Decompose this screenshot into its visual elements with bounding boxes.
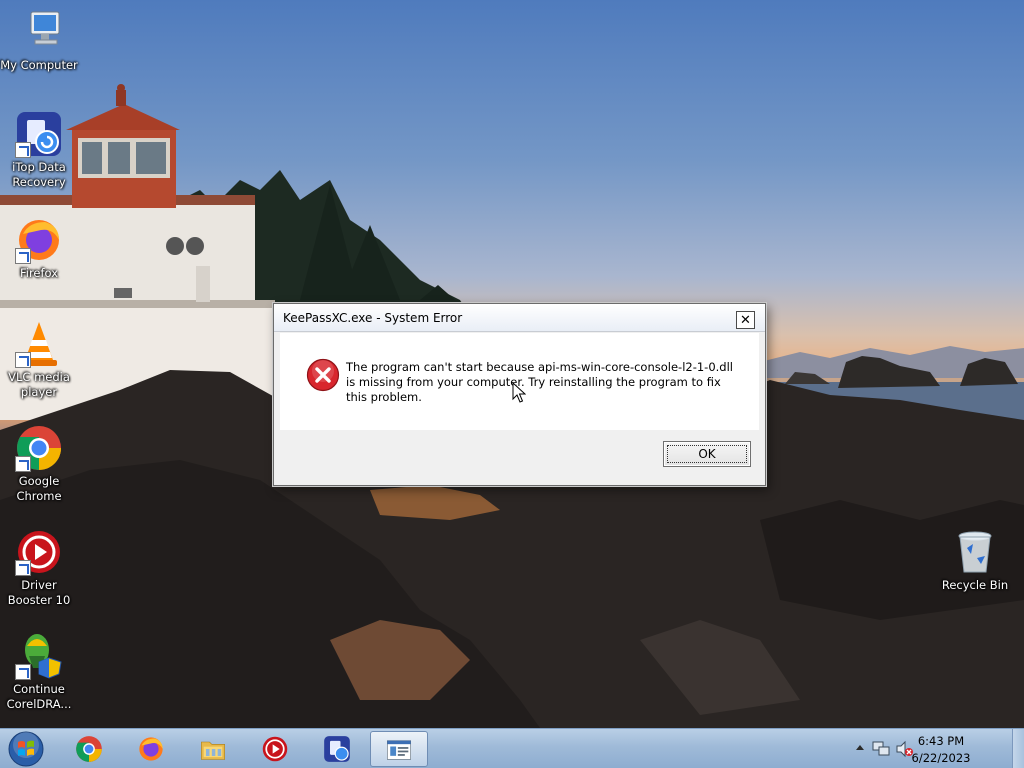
dialog-titlebar[interactable]: KeePassXC.exe - System Error ✕ (274, 304, 765, 332)
desktop-icon-label: My Computer (0, 58, 78, 72)
desktop-icon-label: VLC media player (8, 370, 70, 399)
firefox-icon (15, 216, 63, 264)
show-hidden-icons-icon[interactable] (854, 741, 866, 755)
network-icon[interactable] (872, 740, 890, 758)
desktop-icon-continue-coreldraw[interactable]: Continue CorelDRA... (0, 632, 78, 712)
dialog-title: KeePassXC.exe - System Error (283, 311, 463, 325)
mouse-cursor-icon (512, 382, 526, 403)
desktop-icon-label: Recycle Bin (941, 578, 1009, 592)
desktop-icon-google-chrome[interactable]: Google Chrome (0, 424, 78, 504)
ok-button[interactable]: OK (663, 441, 751, 467)
close-button[interactable]: ✕ (736, 311, 755, 329)
chrome-icon (15, 424, 63, 472)
shortcut-arrow-icon (15, 248, 31, 264)
coreldraw-icon (15, 632, 63, 680)
taskbar-system-error-window[interactable] (370, 731, 428, 767)
data-recovery-icon (15, 110, 63, 158)
recycle-bin-icon (951, 528, 999, 576)
desktop-icon-firefox[interactable]: Firefox (0, 216, 78, 281)
shortcut-arrow-icon (15, 456, 31, 472)
windows-start-icon (8, 731, 44, 767)
data-recovery-icon (324, 736, 350, 762)
desktop-icon-label: iTop Data Recovery (12, 160, 66, 189)
shortcut-arrow-icon (15, 664, 31, 680)
vlc-icon (15, 320, 63, 368)
desktop: My Computer iTop Data Recovery Firefox V… (0, 0, 1024, 728)
desktop-icon-driver-booster[interactable]: Driver Booster 10 (0, 528, 78, 608)
system-tray: 6:43 PM 6/22/2023 (854, 729, 1024, 768)
shortcut-arrow-icon (15, 142, 31, 158)
desktop-icon-label: Driver Booster 10 (7, 578, 71, 607)
desktop-icon-my-computer[interactable]: My Computer (0, 8, 78, 73)
taskbar-chrome[interactable] (62, 731, 116, 767)
desktop-icon-label: Firefox (19, 266, 59, 280)
desktop-icon-vlc[interactable]: VLC media player (0, 320, 78, 400)
close-icon: ✕ (740, 312, 751, 328)
taskbar-file-explorer[interactable] (186, 731, 240, 767)
computer-icon (15, 8, 63, 56)
taskbar-driver-booster[interactable] (248, 731, 302, 767)
desktop-icon-label: Google Chrome (16, 474, 62, 503)
chrome-icon (76, 736, 102, 762)
taskbar-firefox[interactable] (124, 731, 178, 767)
firefox-icon (139, 737, 163, 761)
shortcut-arrow-icon (15, 352, 31, 368)
dialog-window-icon (387, 740, 411, 760)
desktop-icon-itop-data-recovery[interactable]: iTop Data Recovery (0, 110, 78, 190)
shortcut-arrow-icon (15, 560, 31, 576)
show-desktop-button[interactable] (1012, 729, 1024, 768)
file-explorer-icon (201, 741, 225, 760)
driver-booster-icon (262, 736, 288, 762)
desktop-icon-recycle-bin[interactable]: Recycle Bin (936, 528, 1014, 593)
desktop-icon-label: Continue CorelDRA... (6, 682, 72, 711)
start-button[interactable] (4, 730, 48, 768)
clock-time[interactable]: 6:43 PM (906, 734, 976, 748)
driver-booster-icon (15, 528, 63, 576)
clock-date[interactable]: 6/22/2023 (906, 751, 976, 765)
error-message: The program can't start because api-ms-w… (346, 360, 733, 404)
error-icon (306, 358, 340, 392)
taskbar: 6:43 PM 6/22/2023 (0, 728, 1024, 768)
taskbar-data-recovery[interactable] (310, 731, 364, 767)
